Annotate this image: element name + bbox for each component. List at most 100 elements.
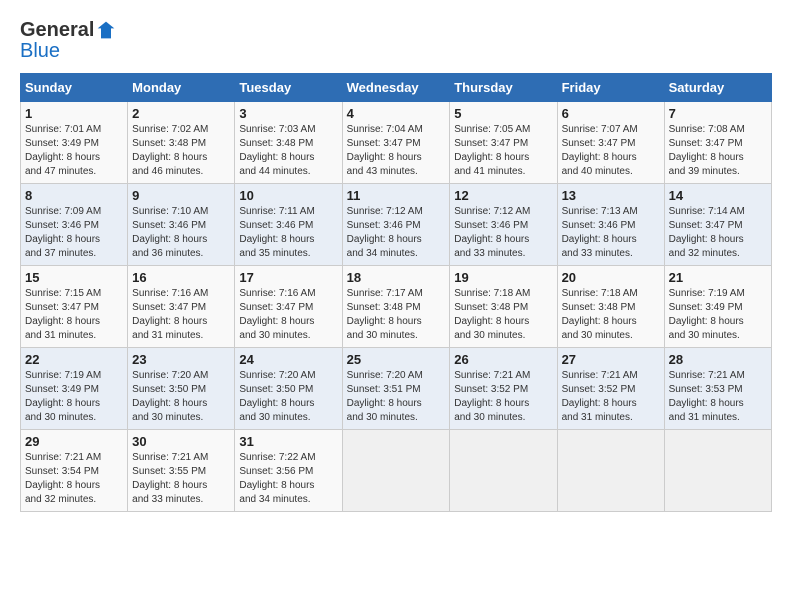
calendar-cell: 6 Sunrise: 7:07 AM Sunset: 3:47 PM Dayli… [557,102,664,184]
daylight-minutes: and 34 minutes. [239,494,310,505]
day-number: 14 [669,188,767,203]
sunset-label: Sunset: 3:48 PM [454,302,528,313]
day-number: 23 [132,352,230,367]
day-header-friday: Friday [557,74,664,102]
calendar-cell: 8 Sunrise: 7:09 AM Sunset: 3:46 PM Dayli… [21,184,128,266]
daylight-label: Daylight: 8 hours [562,234,637,245]
calendar-header-row: SundayMondayTuesdayWednesdayThursdayFrid… [21,74,772,102]
daylight-minutes: and 32 minutes. [669,248,740,259]
sunset-label: Sunset: 3:46 PM [347,220,421,231]
day-info: Sunrise: 7:18 AM Sunset: 3:48 PM Dayligh… [454,287,552,343]
daylight-minutes: and 33 minutes. [132,494,203,505]
day-info: Sunrise: 7:20 AM Sunset: 3:51 PM Dayligh… [347,369,446,425]
sunrise-label: Sunrise: 7:01 AM [25,124,101,135]
day-header-saturday: Saturday [664,74,771,102]
day-number: 21 [669,270,767,285]
calendar-cell [557,430,664,512]
day-number: 6 [562,106,660,121]
sunrise-label: Sunrise: 7:16 AM [239,288,315,299]
sunset-label: Sunset: 3:46 PM [562,220,636,231]
daylight-minutes: and 33 minutes. [562,248,633,259]
daylight-label: Daylight: 8 hours [239,480,314,491]
header: General Blue [20,20,772,63]
sunset-label: Sunset: 3:46 PM [25,220,99,231]
daylight-label: Daylight: 8 hours [669,152,744,163]
sunrise-label: Sunrise: 7:10 AM [132,206,208,217]
calendar-cell: 15 Sunrise: 7:15 AM Sunset: 3:47 PM Dayl… [21,266,128,348]
daylight-minutes: and 31 minutes. [562,412,633,423]
calendar-cell: 1 Sunrise: 7:01 AM Sunset: 3:49 PM Dayli… [21,102,128,184]
day-number: 13 [562,188,660,203]
calendar-cell: 21 Sunrise: 7:19 AM Sunset: 3:49 PM Dayl… [664,266,771,348]
day-info: Sunrise: 7:12 AM Sunset: 3:46 PM Dayligh… [454,205,552,261]
daylight-minutes: and 31 minutes. [669,412,740,423]
day-info: Sunrise: 7:21 AM Sunset: 3:55 PM Dayligh… [132,451,230,507]
daylight-label: Daylight: 8 hours [669,398,744,409]
day-number: 22 [25,352,123,367]
day-number: 11 [347,188,446,203]
day-info: Sunrise: 7:21 AM Sunset: 3:52 PM Dayligh… [562,369,660,425]
day-number: 28 [669,352,767,367]
sunset-label: Sunset: 3:50 PM [132,384,206,395]
daylight-label: Daylight: 8 hours [132,480,207,491]
daylight-label: Daylight: 8 hours [347,152,422,163]
daylight-minutes: and 30 minutes. [562,330,633,341]
calendar-cell [664,430,771,512]
day-info: Sunrise: 7:02 AM Sunset: 3:48 PM Dayligh… [132,123,230,179]
day-info: Sunrise: 7:05 AM Sunset: 3:47 PM Dayligh… [454,123,552,179]
daylight-label: Daylight: 8 hours [669,234,744,245]
day-number: 10 [239,188,337,203]
calendar-cell: 24 Sunrise: 7:20 AM Sunset: 3:50 PM Dayl… [235,348,342,430]
sunrise-label: Sunrise: 7:21 AM [454,370,530,381]
calendar-cell: 22 Sunrise: 7:19 AM Sunset: 3:49 PM Dayl… [21,348,128,430]
day-number: 7 [669,106,767,121]
day-number: 4 [347,106,446,121]
sunset-label: Sunset: 3:50 PM [239,384,313,395]
daylight-minutes: and 43 minutes. [347,166,418,177]
day-info: Sunrise: 7:21 AM Sunset: 3:53 PM Dayligh… [669,369,767,425]
daylight-minutes: and 35 minutes. [239,248,310,259]
day-header-monday: Monday [128,74,235,102]
sunrise-label: Sunrise: 7:18 AM [562,288,638,299]
daylight-minutes: and 30 minutes. [239,412,310,423]
sunset-label: Sunset: 3:51 PM [347,384,421,395]
day-number: 3 [239,106,337,121]
sunset-label: Sunset: 3:49 PM [669,302,743,313]
daylight-minutes: and 30 minutes. [347,412,418,423]
sunrise-label: Sunrise: 7:20 AM [347,370,423,381]
day-header-wednesday: Wednesday [342,74,450,102]
sunset-label: Sunset: 3:53 PM [669,384,743,395]
calendar-week-row: 22 Sunrise: 7:19 AM Sunset: 3:49 PM Dayl… [21,348,772,430]
day-number: 27 [562,352,660,367]
calendar-cell: 29 Sunrise: 7:21 AM Sunset: 3:54 PM Dayl… [21,430,128,512]
day-number: 15 [25,270,123,285]
calendar-cell: 9 Sunrise: 7:10 AM Sunset: 3:46 PM Dayli… [128,184,235,266]
daylight-label: Daylight: 8 hours [132,398,207,409]
calendar-week-row: 1 Sunrise: 7:01 AM Sunset: 3:49 PM Dayli… [21,102,772,184]
day-info: Sunrise: 7:13 AM Sunset: 3:46 PM Dayligh… [562,205,660,261]
day-info: Sunrise: 7:14 AM Sunset: 3:47 PM Dayligh… [669,205,767,261]
daylight-label: Daylight: 8 hours [562,316,637,327]
day-info: Sunrise: 7:19 AM Sunset: 3:49 PM Dayligh… [669,287,767,343]
sunset-label: Sunset: 3:48 PM [347,302,421,313]
calendar: SundayMondayTuesdayWednesdayThursdayFrid… [20,73,772,512]
calendar-cell: 30 Sunrise: 7:21 AM Sunset: 3:55 PM Dayl… [128,430,235,512]
sunrise-label: Sunrise: 7:16 AM [132,288,208,299]
daylight-minutes: and 30 minutes. [347,330,418,341]
day-number: 9 [132,188,230,203]
day-number: 30 [132,434,230,449]
sunset-label: Sunset: 3:48 PM [132,138,206,149]
sunrise-label: Sunrise: 7:20 AM [239,370,315,381]
daylight-minutes: and 36 minutes. [132,248,203,259]
daylight-label: Daylight: 8 hours [347,398,422,409]
sunrise-label: Sunrise: 7:22 AM [239,452,315,463]
day-info: Sunrise: 7:21 AM Sunset: 3:52 PM Dayligh… [454,369,552,425]
calendar-cell [342,430,450,512]
sunset-label: Sunset: 3:47 PM [454,138,528,149]
sunset-label: Sunset: 3:46 PM [132,220,206,231]
daylight-label: Daylight: 8 hours [239,398,314,409]
sunset-label: Sunset: 3:47 PM [132,302,206,313]
sunrise-label: Sunrise: 7:19 AM [25,370,101,381]
calendar-cell: 12 Sunrise: 7:12 AM Sunset: 3:46 PM Dayl… [450,184,557,266]
day-number: 31 [239,434,337,449]
